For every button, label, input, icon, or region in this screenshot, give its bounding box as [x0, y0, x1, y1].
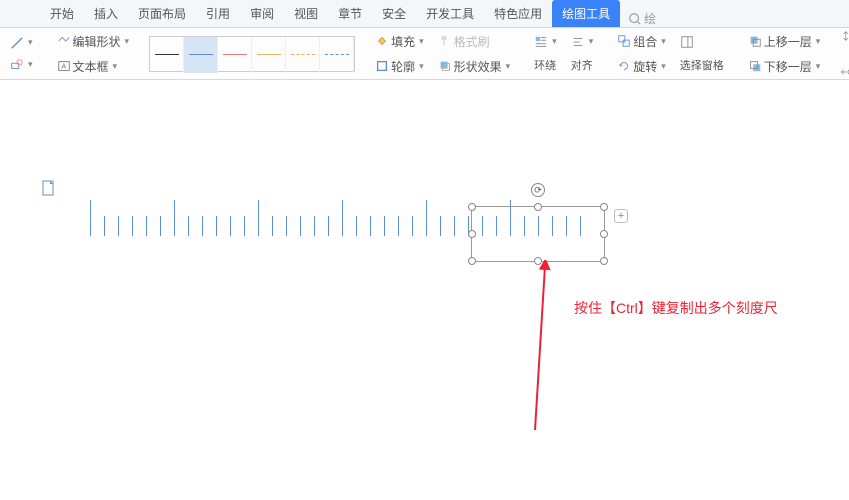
search-icon: [628, 12, 642, 26]
brush-icon: [438, 34, 452, 48]
shape-insert2-dropdown[interactable]: [6, 55, 37, 75]
format-painter-button[interactable]: 格式刷: [434, 30, 515, 53]
outline-icon: [375, 59, 389, 73]
bring-forward-button[interactable]: 上移一层: [744, 30, 825, 53]
shape-effect-button[interactable]: 形状效果: [434, 55, 515, 78]
tab-layout[interactable]: 页面布局: [128, 0, 196, 27]
tab-review[interactable]: 审阅: [240, 0, 284, 27]
wrap-icon: [534, 35, 548, 49]
textbox-icon: A: [57, 59, 71, 73]
tab-dev[interactable]: 开发工具: [416, 0, 484, 27]
page-thumb-icon[interactable]: [42, 180, 56, 199]
resize-handle-br[interactable]: [600, 257, 608, 265]
layout-options-button[interactable]: +: [614, 209, 628, 223]
send-backward-icon: [748, 59, 762, 73]
wrap-label[interactable]: 环绕: [530, 54, 561, 76]
resize-handle-tm[interactable]: [534, 203, 542, 211]
resize-handle-tl[interactable]: [468, 203, 476, 211]
align-label[interactable]: 对齐: [567, 54, 598, 76]
selection-pane-button[interactable]: [676, 32, 728, 52]
selection-pane-label[interactable]: 选择窗格: [676, 54, 728, 76]
resize-handle-ml[interactable]: [468, 230, 476, 238]
rotate-button[interactable]: 旋转: [613, 55, 670, 78]
tab-drawing-tools[interactable]: 绘图工具: [552, 0, 620, 27]
tab-reference[interactable]: 引用: [196, 0, 240, 27]
tab-view[interactable]: 视图: [284, 0, 328, 27]
width-icon: [840, 65, 849, 79]
tab-section[interactable]: 章节: [328, 0, 372, 27]
line-style-gallery[interactable]: [149, 36, 355, 72]
resize-handle-mr[interactable]: [600, 230, 608, 238]
align-button[interactable]: [567, 32, 598, 52]
annotation-arrow: [525, 260, 585, 440]
shapes-icon: [10, 58, 24, 72]
outline-button[interactable]: 轮廓: [371, 55, 428, 78]
search-box[interactable]: 绘: [628, 10, 656, 27]
wrap-button[interactable]: [530, 32, 561, 52]
group-button[interactable]: 组合: [613, 30, 670, 53]
edit-shape-button[interactable]: 编辑形状: [53, 30, 134, 53]
resize-handle-bl[interactable]: [468, 257, 476, 265]
tab-bar: 开始 插入 页面布局 引用 审阅 视图 章节 安全 开发工具 特色应用 绘图工具…: [0, 0, 849, 28]
bring-forward-icon: [748, 34, 762, 48]
line-icon: [10, 36, 24, 50]
effect-icon: [438, 59, 452, 73]
svg-text:A: A: [61, 64, 66, 71]
selection-pane-icon: [680, 35, 694, 49]
tab-security[interactable]: 安全: [372, 0, 416, 27]
group-icon: [617, 34, 631, 48]
annotation-text: 按住【Ctrl】键复制出多个刻度尺: [574, 298, 778, 318]
align-icon: [571, 35, 585, 49]
fill-button[interactable]: 填充: [371, 30, 428, 53]
fill-icon: [375, 34, 389, 48]
document-canvas[interactable]: ⟳ + 按住【Ctrl】键复制出多个刻度尺: [0, 80, 849, 500]
send-backward-button[interactable]: 下移一层: [744, 55, 825, 78]
height-icon: [840, 29, 849, 43]
ribbon: 编辑形状 A 文本框 填充 轮廓 格式刷 形状效果: [0, 28, 849, 80]
search-text: 绘: [644, 10, 656, 27]
tab-special[interactable]: 特色应用: [484, 0, 552, 27]
rotate-handle[interactable]: ⟳: [531, 183, 545, 197]
textbox-button[interactable]: A 文本框: [53, 55, 134, 78]
shape-insert-dropdown[interactable]: [6, 33, 37, 53]
rotate-icon: [617, 59, 631, 73]
selected-shape[interactable]: ⟳ +: [471, 206, 605, 262]
resize-handle-tr[interactable]: [600, 203, 608, 211]
tab-start[interactable]: 开始: [40, 0, 84, 27]
tab-insert[interactable]: 插入: [84, 0, 128, 27]
edit-shape-icon: [57, 34, 71, 48]
